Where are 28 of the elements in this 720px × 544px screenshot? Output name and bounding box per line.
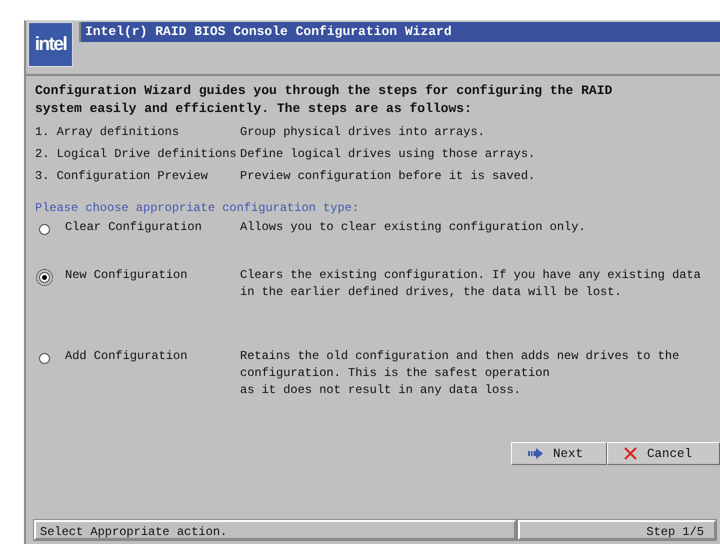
radio-button[interactable] [39,224,50,235]
arrow-icon [528,448,543,459]
step-description: Define logical drives using those arrays. [240,146,536,163]
logo: intel [28,22,73,67]
status-message: Select Appropriate action. [34,520,516,540]
step-name: 3. Configuration Preview [35,168,209,185]
step-description: Preview configuration before it is saved. [240,168,536,185]
option-description: in the earlier defined drives, the data will be lost. [240,285,622,299]
option-description: Allows you to clear existing configuration only. [240,220,586,234]
cancel-button[interactable]: Cancel [607,442,720,465]
intro-text: Configuration Wizard guides you through the steps for configuring the RAID system easily and efficiently. The steps are as follows: [35,82,614,118]
step-name: 1. Array definitions [35,124,180,141]
step-indicator: Step 1/5 [518,520,716,540]
step-name: 2. Logical Drive definitions [35,146,238,163]
option-description: Retains the old configuration and then adds new drives to the [240,349,680,363]
radio-button[interactable] [39,272,50,283]
option-label: New Configuration [65,267,188,284]
radio-button[interactable] [39,353,50,364]
option-description: Clears the existing configuration. If you have any existing data [240,268,701,282]
close-icon [624,447,637,460]
option-label: Add Configuration [65,348,188,365]
next-button[interactable]: Next [511,442,607,465]
option-description: configuration. This is the safest operation [240,366,550,380]
option-description: as it does not result in any data loss. [240,383,521,397]
prompt-text: Please choose appropriate configuration type: [35,201,360,215]
window-title: Intel(r) RAID BIOS Console Configuration Wizard [79,22,720,42]
option-label: Clear Configuration [65,219,203,236]
step-description: Group physical drives into arrays. [240,124,486,141]
